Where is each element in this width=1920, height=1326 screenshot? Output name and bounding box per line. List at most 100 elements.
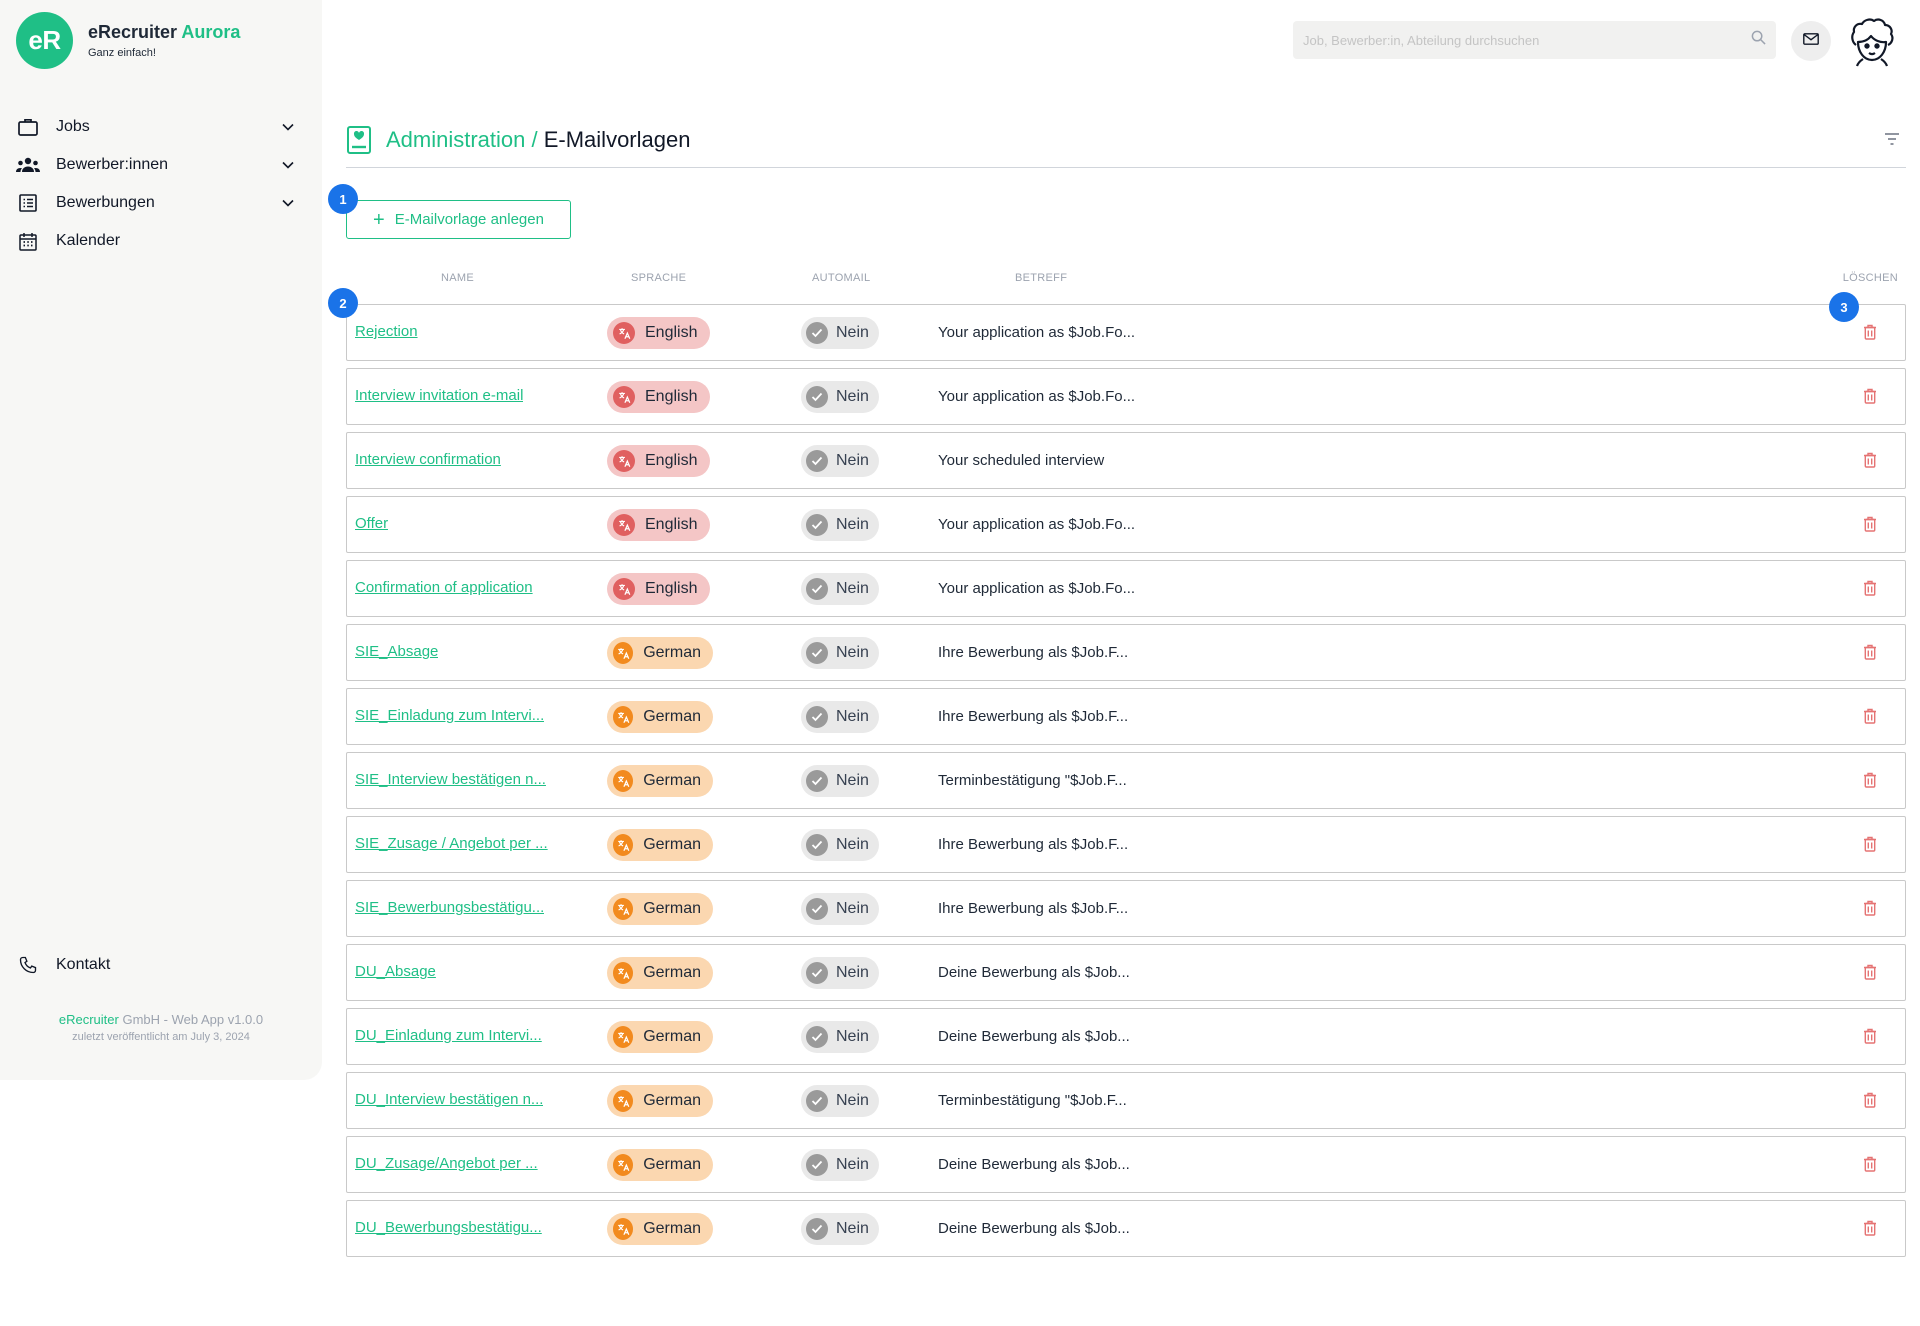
template-name-link[interactable]: Offer <box>355 515 388 532</box>
trash-icon[interactable] <box>1863 1028 1881 1046</box>
check-icon <box>806 770 828 792</box>
brand-text: eRecruiter Aurora Ganz einfach! <box>88 22 240 59</box>
template-name-link[interactable]: SIE_Einladung zum Intervi... <box>355 707 544 724</box>
table-row[interactable]: DU_Absage German Nein Deine Bewerbung als $… <box>346 944 1906 1001</box>
subject-text: Terminbestätigung "$Job.F... <box>938 1092 1127 1109</box>
chevron-down-icon[interactable] <box>278 193 298 213</box>
trash-icon[interactable] <box>1863 964 1881 982</box>
sidebar-item-kontakt[interactable]: Kontakt <box>16 948 110 982</box>
sidebar-item-bewerber[interactable]: Bewerber:innen <box>16 146 298 184</box>
search-bar[interactable] <box>1293 21 1776 59</box>
search-icon[interactable] <box>1751 30 1766 50</box>
sidebar-item-label: Kalender <box>56 232 121 249</box>
table-row[interactable]: SIE_Bewerbungsbestätigu... German Nein Ihre… <box>346 880 1906 937</box>
column-header-name[interactable]: NAME <box>441 272 474 284</box>
check-icon <box>806 1026 828 1048</box>
table-row[interactable]: SIE_Zusage / Angebot per ... German Nein Ih… <box>346 816 1906 873</box>
column-header-automail[interactable]: AUTOMAIL <box>812 272 870 284</box>
check-icon <box>806 1154 828 1176</box>
sidebar-item-label: Bewerbungen <box>56 194 155 211</box>
mail-button[interactable] <box>1791 21 1831 61</box>
trash-icon[interactable] <box>1863 1092 1881 1110</box>
brand[interactable]: eR eRecruiter Aurora Ganz einfach! <box>16 12 240 69</box>
trash-icon[interactable] <box>1863 516 1881 534</box>
table-row[interactable]: DU_Zusage/Angebot per ... German Nein Deine… <box>346 1136 1906 1193</box>
subject-text: Your application as $Job.Fo... <box>938 324 1136 341</box>
template-name-link[interactable]: Confirmation of application <box>355 579 533 596</box>
chevron-down-icon[interactable] <box>278 155 298 175</box>
table-row[interactable]: DU_Interview bestätigen n... German Nein Te… <box>346 1072 1906 1129</box>
table-row[interactable]: SIE_Einladung zum Intervi... German Nein Ih… <box>346 688 1906 745</box>
column-header-subject[interactable]: BETREFF <box>1015 272 1067 284</box>
template-name-link[interactable]: SIE_Absage <box>355 643 438 660</box>
table-row[interactable]: Offer English Nein Your application as $Job… <box>346 496 1906 553</box>
automail-label: Nein <box>836 1028 869 1045</box>
subject-text: Your application as $Job.Fo... <box>938 388 1136 405</box>
template-name-link[interactable]: DU_Einladung zum Intervi... <box>355 1027 542 1044</box>
language-chip: German <box>607 829 713 861</box>
template-name-link[interactable]: SIE_Zusage / Angebot per ... <box>355 835 548 852</box>
sidebar-item-kalender[interactable]: Kalender <box>16 222 298 260</box>
breadcrumb[interactable]: Administration / <box>386 127 544 152</box>
filter-icon[interactable] <box>1884 132 1900 150</box>
sidebar-item-label: Bewerber:innen <box>56 156 169 173</box>
table-row[interactable]: DU_Einladung zum Intervi... German Nein Dei… <box>346 1008 1906 1065</box>
automail-chip: Nein <box>801 1149 879 1181</box>
sidebar-item-bewerbungen[interactable]: Bewerbungen <box>16 184 298 222</box>
trash-icon[interactable] <box>1863 1156 1881 1174</box>
trash-icon[interactable] <box>1863 1220 1881 1238</box>
table-row[interactable]: Confirmation of application English Nein Yo… <box>346 560 1906 617</box>
trash-icon[interactable] <box>1863 900 1881 918</box>
table-header: NAME SPRACHE AUTOMAIL BETREFF LÖSCHEN <box>346 272 1906 288</box>
language-chip: German <box>607 1213 713 1245</box>
trash-icon[interactable] <box>1863 836 1881 854</box>
translate-icon <box>613 898 634 920</box>
template-name-link[interactable]: DU_Zusage/Angebot per ... <box>355 1155 538 1172</box>
logo: eR <box>16 12 73 69</box>
automail-chip: Nein <box>801 765 879 797</box>
table-row[interactable]: Interview confirmation English Nein Your sc… <box>346 432 1906 489</box>
subject-text: Deine Bewerbung als $Job... <box>938 1028 1130 1045</box>
template-name-link[interactable]: DU_Bewerbungsbestätigu... <box>355 1219 542 1236</box>
subject-text: Terminbestätigung "$Job.F... <box>938 772 1127 789</box>
footer-published: zuletzt veröffentlicht am July 3, 2024 <box>72 1031 250 1043</box>
mail-icon <box>1803 32 1819 50</box>
language-label: English <box>645 324 698 341</box>
trash-icon[interactable] <box>1863 324 1881 342</box>
search-input[interactable] <box>1303 32 1751 48</box>
trash-icon[interactable] <box>1863 772 1881 790</box>
subject-text: Deine Bewerbung als $Job... <box>938 1220 1130 1237</box>
trash-icon[interactable] <box>1863 708 1881 726</box>
template-name-link[interactable]: Interview invitation e-mail <box>355 387 523 404</box>
language-chip: English <box>607 317 710 349</box>
template-name-link[interactable]: Rejection <box>355 323 418 340</box>
footer: eRecruiter GmbH - Web App v1.0.0 zuletzt… <box>0 1012 322 1043</box>
sidebar-item-jobs[interactable]: Jobs <box>16 108 298 146</box>
add-template-button[interactable]: + E-Mailvorlage anlegen <box>346 200 571 239</box>
chevron-down-icon[interactable] <box>278 117 298 137</box>
footer-company: eRecruiter GmbH - Web App v1.0.0 <box>0 1012 322 1027</box>
language-label: German <box>643 836 701 853</box>
page-header: Administration / E-Mailvorlagen <box>346 120 1906 168</box>
automail-label: Nein <box>836 1220 869 1237</box>
table-row[interactable]: SIE_Interview bestätigen n... German Nein T… <box>346 752 1906 809</box>
template-name-link[interactable]: DU_Interview bestätigen n... <box>355 1091 543 1108</box>
template-name-link[interactable]: Interview confirmation <box>355 451 501 468</box>
trash-icon[interactable] <box>1863 644 1881 662</box>
table-row[interactable]: Rejection English Nein Your application as … <box>346 304 1906 361</box>
automail-label: Nein <box>836 580 869 597</box>
trash-icon[interactable] <box>1863 580 1881 598</box>
table-row[interactable]: SIE_Absage German Nein Ihre Bewerbung als $… <box>346 624 1906 681</box>
trash-icon[interactable] <box>1863 452 1881 470</box>
table-row[interactable]: Interview invitation e-mail English Nein Yo… <box>346 368 1906 425</box>
avatar[interactable] <box>1846 15 1898 67</box>
automail-chip: Nein <box>801 509 879 541</box>
table-row[interactable]: DU_Bewerbungsbestätigu... German Nein Deine… <box>346 1200 1906 1257</box>
language-chip: English <box>607 445 710 477</box>
trash-icon[interactable] <box>1863 388 1881 406</box>
template-name-link[interactable]: SIE_Interview bestätigen n... <box>355 771 546 788</box>
column-header-language[interactable]: SPRACHE <box>631 272 686 284</box>
template-name-link[interactable]: SIE_Bewerbungsbestätigu... <box>355 899 544 916</box>
template-name-link[interactable]: DU_Absage <box>355 963 436 980</box>
step-badge-3: 3 <box>1829 292 1859 322</box>
